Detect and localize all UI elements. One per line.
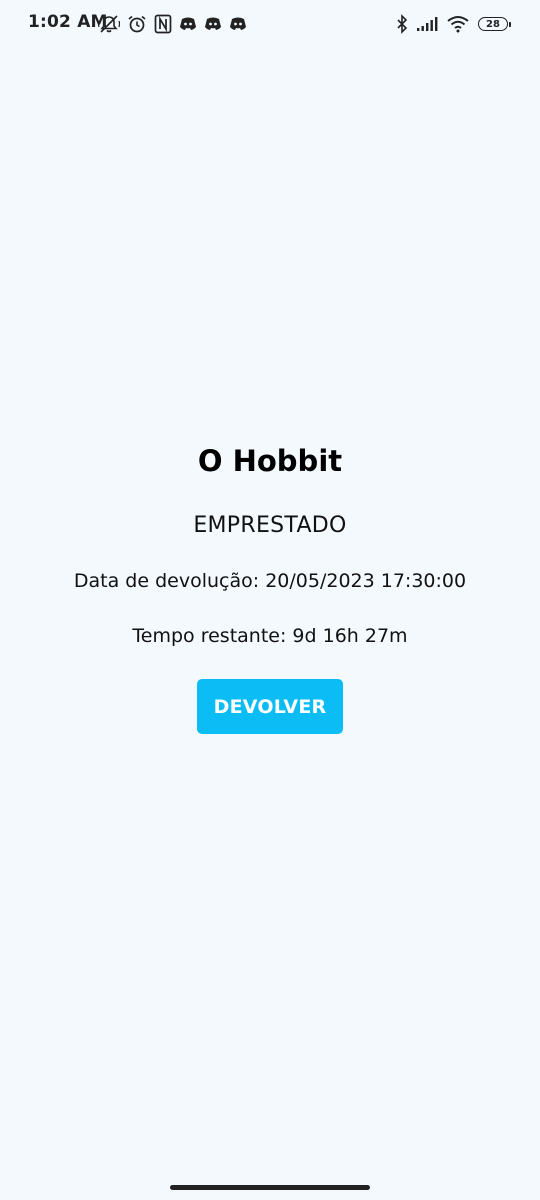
- status-left-icons: [98, 12, 247, 36]
- discord-icon: [204, 16, 222, 32]
- book-title: O Hobbit: [197, 444, 343, 478]
- status-right-icons: 28: [396, 12, 511, 36]
- discord-icon: [179, 16, 197, 32]
- bluetooth-icon: [396, 14, 408, 34]
- status-time: 1:02 AM: [28, 12, 108, 32]
- nfc-icon: [154, 14, 172, 34]
- signal-icon: [416, 16, 438, 32]
- discord-icon: [229, 16, 247, 32]
- alarm-icon: [127, 14, 147, 34]
- status-bar: 1:02 AM 28: [0, 0, 540, 48]
- mute-icon: [98, 14, 120, 34]
- loan-status: EMPRESTADO: [193, 513, 347, 538]
- home-indicator[interactable]: [170, 1185, 370, 1190]
- wifi-icon: [446, 15, 470, 33]
- battery-icon: 28: [478, 17, 511, 31]
- return-book-button[interactable]: DEVOLVER: [197, 679, 343, 734]
- time-remaining-text: Tempo restante: 9d 16h 27m: [132, 625, 408, 647]
- due-date-text: Data de devolução: 20/05/2023 17:30:00: [73, 570, 467, 592]
- screen: 1:02 AM 28 O Hobbit EMPRESTADO Data de d…: [0, 0, 540, 1200]
